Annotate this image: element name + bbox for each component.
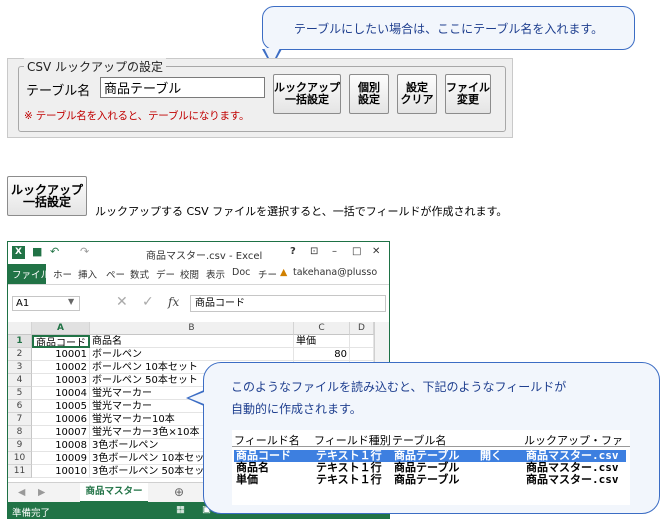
formula-bar: A1 ▼ ✕ ✓ fx 商品コード: [8, 292, 389, 316]
cell-a8[interactable]: 10007: [32, 426, 90, 439]
save-icon[interactable]: ■: [32, 245, 42, 258]
individual-setting-button[interactable]: 個別 設定: [349, 74, 389, 114]
window-title: 商品マスター.csv - Excel: [146, 251, 263, 262]
user-account[interactable]: takehana@plusso: [293, 267, 377, 278]
table-name-input[interactable]: [100, 77, 265, 98]
enter-icon[interactable]: ✓: [142, 294, 154, 310]
field-extra: 開く: [480, 449, 502, 462]
excel-titlebar: X ■ ↶ ↷ 商品マスター.csv - Excel ? ⊡ – □ ✕: [8, 242, 389, 264]
cell-a6[interactable]: 10005: [32, 400, 90, 413]
minimize-icon[interactable]: –: [332, 246, 337, 257]
field-row[interactable]: 単価 テキスト１行 商品テーブル 商品マスター.csv: [234, 474, 626, 486]
warning-icon: ▲: [280, 267, 288, 278]
corner-select[interactable]: [8, 322, 32, 335]
cancel-icon[interactable]: ✕: [116, 294, 128, 310]
header-divider: [232, 446, 630, 447]
row-header[interactable]: 4: [8, 374, 32, 387]
cell-a10[interactable]: 10009: [32, 452, 90, 465]
redo-icon[interactable]: ↷: [80, 245, 89, 258]
col-header-c[interactable]: C: [294, 322, 350, 335]
sheet-tab[interactable]: 商品マスター: [80, 483, 148, 503]
row-header[interactable]: 2: [8, 348, 32, 361]
tooltip-callout-table-name: テーブルにしたい場合は、ここにテーブル名を入れます。: [262, 6, 635, 50]
tab-formulas[interactable]: 数式: [130, 267, 149, 281]
sheet-next-icon[interactable]: ▶: [38, 487, 45, 498]
cell-a1[interactable]: 商品コード: [32, 335, 90, 348]
row-header[interactable]: 6: [8, 400, 32, 413]
tab-data[interactable]: デー: [156, 267, 175, 281]
normal-view-icon[interactable]: ▦: [176, 504, 185, 515]
function-icon[interactable]: fx: [168, 295, 179, 309]
row-header[interactable]: 10: [8, 452, 32, 465]
callout-tail-fill: [189, 392, 204, 404]
row-header[interactable]: 7: [8, 413, 32, 426]
bulk-lookup-button[interactable]: ルックアップ 一括設定: [273, 74, 341, 114]
excel-logo-icon: X: [12, 246, 25, 259]
tab-doc[interactable]: Doc: [232, 267, 250, 278]
cell-a11[interactable]: 10010: [32, 465, 90, 478]
cell-a9[interactable]: 10008: [32, 439, 90, 452]
close-icon[interactable]: ✕: [372, 246, 380, 257]
tab-insert[interactable]: 挿入: [78, 267, 97, 281]
formula-input[interactable]: 商品コード: [190, 295, 386, 312]
row-header[interactable]: 8: [8, 426, 32, 439]
table-note: ※ テーブル名を入れると、テーブルになります。: [24, 110, 250, 122]
add-sheet-icon[interactable]: ⊕: [174, 485, 184, 499]
row-header[interactable]: 5: [8, 387, 32, 400]
maximize-icon[interactable]: □: [352, 246, 361, 257]
callout-text: テーブルにしたい場合は、ここにテーブル名を入れます。: [293, 22, 604, 36]
cell-a7[interactable]: 10006: [32, 413, 90, 426]
cell-a2[interactable]: 10001: [32, 348, 90, 361]
row-header[interactable]: 1: [8, 335, 32, 348]
tab-home[interactable]: ホー: [53, 267, 72, 281]
status-text: 準備完了: [12, 508, 51, 519]
ribbon-tabs: ファイル ホー 挿入 ペー 数式 デー 校閲 表示 Doc チー ▲ takeh…: [8, 264, 389, 285]
cell-b2[interactable]: ボールペン: [90, 348, 294, 361]
field-table: 商品テーブル: [394, 473, 460, 486]
cell-c1[interactable]: 単価: [294, 335, 350, 348]
row-header[interactable]: 3: [8, 361, 32, 374]
col-header-d[interactable]: D: [350, 322, 374, 335]
bulk-lookup-button-standalone[interactable]: ルックアップ 一括設定: [7, 176, 87, 216]
sheet-prev-icon[interactable]: ◀: [18, 487, 25, 498]
cell-b1[interactable]: 商品名: [90, 335, 294, 348]
caption-text: ルックアップする CSV ファイルを選択すると、一括でフィールドが作成されます。: [95, 205, 508, 218]
callout-line2: 自動的に作成されます。: [231, 402, 362, 416]
row-header[interactable]: 11: [8, 465, 32, 478]
undo-icon[interactable]: ↶: [50, 245, 59, 258]
tab-review[interactable]: 校閲: [180, 267, 199, 281]
clear-setting-button[interactable]: 設定 クリア: [397, 74, 437, 114]
change-file-button[interactable]: ファイル 変更: [445, 74, 491, 114]
help-icon[interactable]: ?: [290, 246, 296, 257]
callout-line1: このようなファイルを読み込むと、下記のようなフィールドが: [231, 380, 567, 394]
cell-a3[interactable]: 10002: [32, 361, 90, 374]
tab-page-layout[interactable]: ペー: [106, 267, 125, 281]
group-title: CSV ルックアップの設定: [24, 58, 167, 75]
cell-d2[interactable]: [350, 348, 374, 361]
tab-file[interactable]: ファイル: [12, 267, 50, 281]
col-header-b[interactable]: B: [90, 322, 294, 335]
cell-d1[interactable]: [350, 335, 374, 348]
cell-c2[interactable]: 80: [294, 348, 350, 361]
field-field: 単価: [236, 473, 258, 486]
tab-team[interactable]: チー: [258, 267, 277, 281]
cell-a5[interactable]: 10004: [32, 387, 90, 400]
field-list: フィールド名 フィールド種別 テーブル名 ルックアップ・ファイル名 商品コードテ…: [232, 430, 630, 505]
tab-view[interactable]: 表示: [206, 267, 225, 281]
cell-a4[interactable]: 10003: [32, 374, 90, 387]
name-box-dropdown-icon[interactable]: ▼: [68, 297, 74, 306]
field-type: テキスト１行: [316, 473, 382, 486]
ribbon-display-icon[interactable]: ⊡: [310, 246, 318, 257]
table-name-label: テーブル名: [26, 84, 91, 99]
field-file: 商品マスター.csv: [526, 473, 619, 486]
col-header-a[interactable]: A: [32, 322, 90, 335]
row-header[interactable]: 9: [8, 439, 32, 452]
